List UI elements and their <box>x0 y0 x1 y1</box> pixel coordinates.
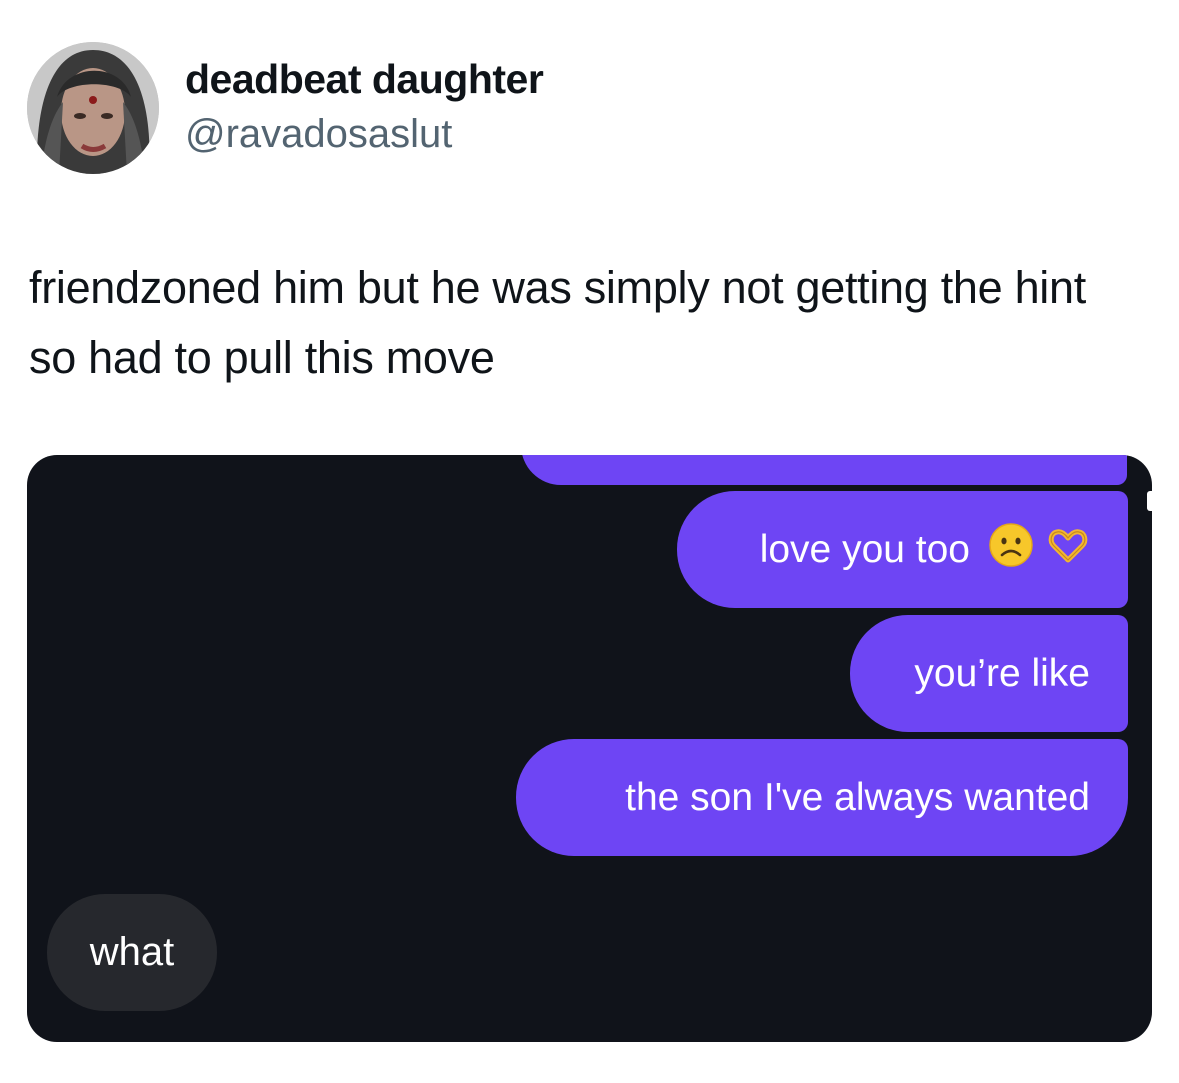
avatar[interactable] <box>27 42 159 174</box>
sent-message-bubble: the son I've always wanted <box>516 739 1128 856</box>
sent-message-bubble: love you too <box>677 491 1128 608</box>
frowning-face-icon <box>988 522 1034 578</box>
message-text: the son I've always wanted <box>625 775 1090 819</box>
user-handle[interactable]: @ravadosaslut <box>185 112 452 157</box>
display-name[interactable]: deadbeat daughter <box>185 56 544 103</box>
message-text: love you too <box>759 527 970 571</box>
chat-screenshot: love you too you’re like the son I've al… <box>27 455 1152 1042</box>
received-message-bubble: what <box>47 894 217 1011</box>
message-text: what <box>89 930 175 974</box>
message-text: you’re like <box>914 651 1090 695</box>
scroll-edge-marker <box>1147 491 1152 511</box>
heart-hands-icon <box>1046 526 1090 574</box>
profile-photo <box>27 42 159 174</box>
sent-message-bubble: you’re like <box>850 615 1128 732</box>
message-bubble-cut-off <box>521 455 1127 485</box>
tweet-text: friendzoned him but he was simply not ge… <box>29 262 1086 383</box>
